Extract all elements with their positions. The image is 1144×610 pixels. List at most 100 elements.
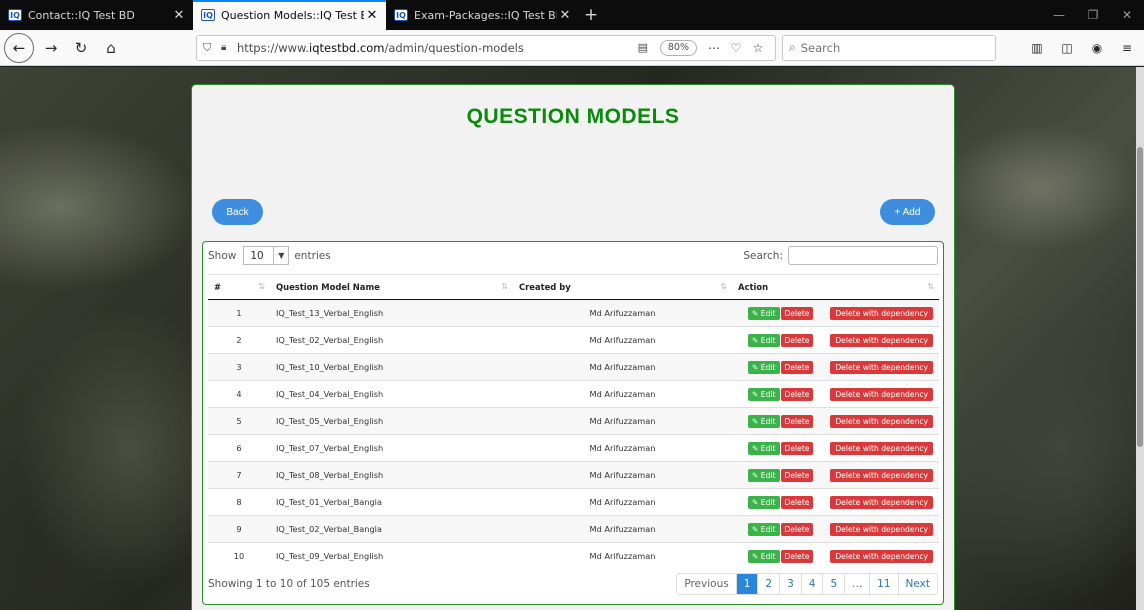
delete-with-dependency-button[interactable]: Delete with dependency bbox=[830, 388, 933, 401]
close-tab-icon[interactable]: ✕ bbox=[171, 8, 187, 23]
minimize-icon[interactable]: — bbox=[1042, 0, 1076, 30]
delete-with-dependency-button[interactable]: Delete with dependency bbox=[830, 523, 933, 536]
delete-button[interactable]: Delete bbox=[780, 387, 814, 401]
chevron-down-icon[interactable]: ▼ bbox=[273, 247, 288, 264]
page-button-3[interactable]: 3 bbox=[779, 574, 801, 594]
reader-view-icon[interactable]: ▤ bbox=[632, 41, 654, 54]
browser-search-input[interactable]: ⌕ Search bbox=[782, 34, 996, 61]
question-model-name: IQ_Test_07_Verbal_English bbox=[270, 434, 513, 462]
pocket-icon[interactable]: ♡ bbox=[725, 41, 747, 55]
edit-button[interactable]: ✎ Edit bbox=[748, 333, 780, 347]
library-icon[interactable]: ▥ bbox=[1022, 41, 1052, 55]
edit-icon: ✎ bbox=[752, 308, 759, 318]
forward-arrow-icon[interactable]: → bbox=[36, 33, 66, 63]
delete-button[interactable]: Delete bbox=[780, 360, 814, 374]
delete-with-dependency-button[interactable]: Delete with dependency bbox=[830, 442, 933, 455]
delete-with-dependency-button[interactable]: Delete with dependency bbox=[830, 415, 933, 428]
edit-button[interactable]: ✎ Edit bbox=[748, 306, 780, 320]
url-prefix: https://www. bbox=[237, 40, 310, 55]
col-header-name[interactable]: Question Model Name ⇅ bbox=[270, 274, 513, 300]
browser-tab-question-models[interactable]: IQ Question Models::IQ Test BD ✕ bbox=[193, 0, 386, 30]
sidebar-icon[interactable]: ◫ bbox=[1052, 41, 1082, 55]
question-model-name: IQ_Test_10_Verbal_English bbox=[270, 353, 513, 381]
url-bar[interactable]: ⛉ 🔒︎ https://www.iqtestbd.com/admin/ques… bbox=[196, 34, 776, 61]
previous-page-button[interactable]: Previous bbox=[677, 574, 735, 594]
url-text[interactable]: https://www.iqtestbd.com/admin/question-… bbox=[237, 41, 632, 55]
browser-tab-exam-packages[interactable]: IQ Exam-Packages::IQ Test BD ✕ bbox=[386, 0, 579, 30]
delete-with-dependency-button[interactable]: Delete with dependency bbox=[830, 550, 933, 563]
row-number: 1 bbox=[208, 299, 270, 327]
edit-button[interactable]: ✎ Edit bbox=[748, 414, 780, 428]
edit-button[interactable]: ✎ Edit bbox=[748, 441, 780, 455]
tab-label: Contact::IQ Test BD bbox=[28, 8, 135, 22]
row-number: 5 bbox=[208, 407, 270, 435]
edit-icon: ✎ bbox=[752, 335, 759, 345]
edit-label: Edit bbox=[760, 524, 776, 534]
home-icon[interactable]: ⌂ bbox=[96, 33, 126, 63]
delete-button[interactable]: Delete bbox=[780, 522, 814, 536]
lock-icon[interactable]: 🔒︎ bbox=[221, 42, 237, 53]
delete-button[interactable]: Delete bbox=[780, 495, 814, 509]
close-tab-icon[interactable]: ✕ bbox=[557, 8, 573, 23]
question-model-name: IQ_Test_13_Verbal_English bbox=[270, 299, 513, 327]
question-model-name: IQ_Test_05_Verbal_English bbox=[270, 407, 513, 435]
page-button-2[interactable]: 2 bbox=[757, 574, 779, 594]
next-page-button[interactable]: Next bbox=[897, 574, 937, 594]
edit-label: Edit bbox=[760, 389, 776, 399]
scrollbar-thumb[interactable] bbox=[1137, 147, 1143, 447]
window-close-icon[interactable]: ✕ bbox=[1110, 0, 1144, 30]
bookmark-star-icon[interactable]: ☆ bbox=[747, 41, 769, 55]
delete-button[interactable]: Delete bbox=[780, 306, 814, 320]
tab-label: Question Models::IQ Test BD bbox=[221, 8, 364, 22]
page-button-4[interactable]: 4 bbox=[800, 574, 823, 594]
reload-icon[interactable]: ↻ bbox=[66, 33, 96, 63]
page-button-11[interactable]: 11 bbox=[869, 574, 897, 594]
col-header-action[interactable]: Action ⇅ bbox=[732, 274, 939, 300]
page-actions-icon[interactable]: ⋯ bbox=[703, 41, 725, 55]
page-length-select[interactable]: 10 ▼ bbox=[243, 246, 290, 265]
table-search-input[interactable] bbox=[788, 246, 938, 265]
delete-with-dependency-button[interactable]: Delete with dependency bbox=[830, 361, 933, 374]
delete-button[interactable]: Delete bbox=[780, 549, 814, 563]
edit-button[interactable]: ✎ Edit bbox=[748, 387, 780, 401]
delete-button[interactable]: Delete bbox=[780, 441, 814, 455]
page-button-1[interactable]: 1 bbox=[735, 574, 758, 594]
edit-label: Edit bbox=[760, 335, 776, 345]
account-icon[interactable]: ◉ bbox=[1082, 41, 1112, 55]
created-by: Md Arifuzzaman bbox=[513, 326, 732, 354]
edit-button[interactable]: ✎ Edit bbox=[748, 522, 780, 536]
page-scrollbar[interactable] bbox=[1136, 67, 1144, 610]
show-label: Show bbox=[208, 249, 237, 262]
delete-button[interactable]: Delete bbox=[780, 414, 814, 428]
edit-icon: ✎ bbox=[752, 551, 759, 561]
back-button[interactable]: Back bbox=[212, 199, 263, 225]
menu-icon[interactable]: ≡ bbox=[1112, 41, 1142, 55]
delete-with-dependency-button[interactable]: Delete with dependency bbox=[830, 334, 933, 347]
tracking-shield-icon[interactable]: ⛉ bbox=[203, 41, 221, 55]
zoom-level-badge[interactable]: 80% bbox=[659, 39, 697, 56]
col-header-created-by[interactable]: Created by ⇅ bbox=[513, 274, 732, 300]
page-button-5[interactable]: 5 bbox=[822, 574, 844, 594]
browser-tab-contact[interactable]: IQ Contact::IQ Test BD ✕ bbox=[0, 0, 193, 30]
edit-icon: ✎ bbox=[752, 362, 759, 372]
edit-button[interactable]: ✎ Edit bbox=[748, 549, 780, 563]
back-arrow-icon[interactable]: ← bbox=[4, 32, 34, 63]
table-row: 6 IQ_Test_07_Verbal_English Md Arifuzzaman… bbox=[208, 434, 939, 462]
col-header-number[interactable]: # ⇅ bbox=[208, 274, 270, 300]
delete-with-dependency-button[interactable]: Delete with dependency bbox=[830, 307, 933, 320]
edit-button[interactable]: ✎ Edit bbox=[748, 360, 780, 374]
delete-button[interactable]: Delete bbox=[780, 468, 814, 482]
new-tab-icon[interactable]: + bbox=[579, 0, 603, 30]
site-favicon-icon: IQ bbox=[201, 9, 215, 21]
edit-button[interactable]: ✎ Edit bbox=[748, 468, 780, 482]
created-by: Md Arifuzzaman bbox=[513, 299, 732, 327]
restore-icon[interactable]: ❐ bbox=[1076, 0, 1110, 30]
delete-with-dependency-button[interactable]: Delete with dependency bbox=[830, 469, 933, 482]
add-button[interactable]: + Add bbox=[880, 199, 935, 225]
edit-button[interactable]: ✎ Edit bbox=[748, 495, 780, 509]
delete-with-dependency-button[interactable]: Delete with dependency bbox=[830, 496, 933, 509]
delete-button[interactable]: Delete bbox=[780, 333, 814, 347]
row-actions: ✎ Edit Delete Delete with dependency bbox=[732, 434, 939, 462]
row-actions: ✎ Edit Delete Delete with dependency bbox=[732, 326, 939, 354]
close-tab-icon[interactable]: ✕ bbox=[364, 8, 380, 23]
